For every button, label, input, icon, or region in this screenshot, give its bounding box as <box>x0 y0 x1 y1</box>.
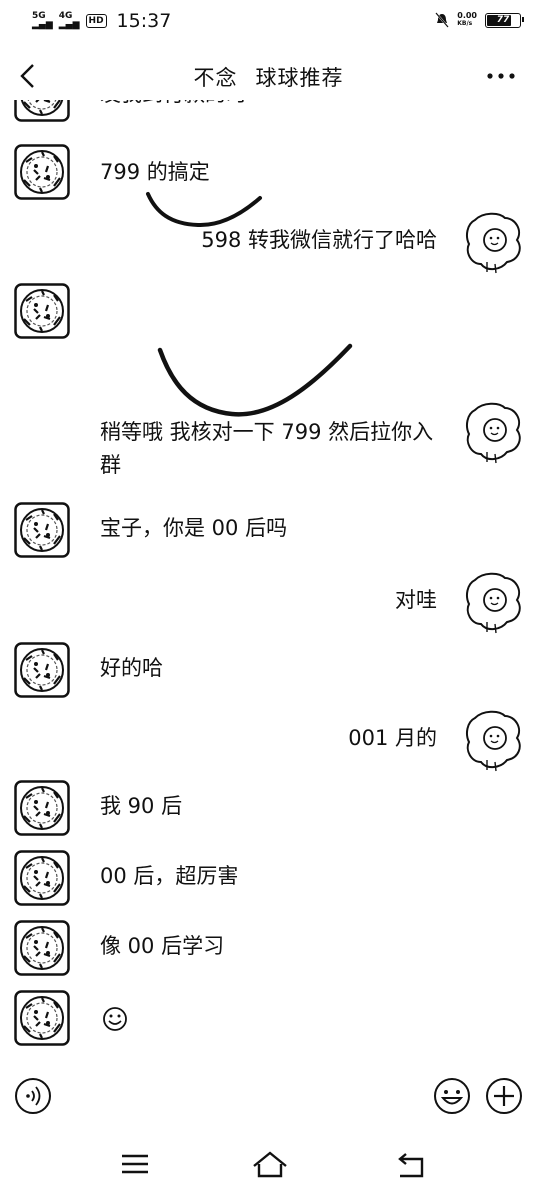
message-row: 对哇 <box>0 570 537 638</box>
contact-avatar[interactable] <box>14 283 70 339</box>
message-text: 799 的搞定 <box>100 160 210 184</box>
message-text: 00 后，超厉害 <box>100 864 239 888</box>
message-row <box>0 283 537 343</box>
my-avatar[interactable] <box>463 210 523 274</box>
home-icon[interactable] <box>250 1146 290 1182</box>
contact-avatar[interactable] <box>14 920 70 976</box>
net-speed: 0.00 KB/s <box>457 12 477 28</box>
message-row <box>0 990 537 1050</box>
message-row: 发我到付款的时 <box>0 100 537 126</box>
contact-avatar[interactable] <box>14 780 70 836</box>
hd-badge: HD <box>85 14 107 28</box>
clock: 15:37 <box>116 10 172 32</box>
message-row: 宝子，你是 00 后吗 <box>0 502 537 562</box>
battery-icon: 77 <box>485 12 524 28</box>
message-row: 00 后，超厉害 <box>0 850 537 910</box>
more-icon <box>487 73 515 79</box>
battery-level: 77 <box>496 15 510 25</box>
back-icon[interactable] <box>392 1146 432 1182</box>
message-row: 598 转我微信就行了哈哈 <box>0 210 537 278</box>
chat-header: 不念 球球推荐 <box>0 52 537 100</box>
contact-name: 不念 <box>193 66 238 90</box>
more-button[interactable] <box>483 62 519 90</box>
message-text: 像 00 后学习 <box>100 934 225 958</box>
my-avatar[interactable] <box>463 400 523 464</box>
status-left: 5G ▂▄▆ 4G ▂▄▆ HD 15:37 <box>32 10 171 32</box>
signal-bars: ▂▄▆ <box>58 20 80 30</box>
net-speed-value: 0.00 <box>457 11 477 20</box>
signal-5g-icon: 5G ▂▄▆ <box>32 12 53 30</box>
net-speed-unit: KB/s <box>457 20 473 27</box>
message-row: 799 的搞定 <box>0 144 537 204</box>
contact-avatar[interactable] <box>14 642 70 698</box>
message-list[interactable]: 发我到付款的时 799 的搞定 598 转我微信就行了哈哈 稍等哦 我核对一下 … <box>0 100 537 1052</box>
message-text: 我 90 后 <box>100 794 183 818</box>
voice-icon[interactable] <box>14 1077 52 1115</box>
smile-emoji-icon <box>103 1007 127 1031</box>
message-row: 稍等哦 我核对一下 799 然后拉你入群 <box>0 400 537 480</box>
message-text: 好的哈 <box>100 656 163 680</box>
contact-avatar[interactable] <box>14 990 70 1046</box>
message-text: 稍等哦 我核对一下 799 然后拉你入群 <box>100 420 434 477</box>
signal-bars: ▂▄▆ <box>32 20 53 30</box>
status-bar: 5G ▂▄▆ 4G ▂▄▆ HD 15:37 0.00 KB/s 77 <box>0 0 537 44</box>
plus-icon[interactable] <box>485 1077 523 1115</box>
my-avatar[interactable] <box>463 570 523 634</box>
system-nav-bar <box>0 1132 537 1195</box>
message-text: 发我到付款的时 <box>100 100 247 111</box>
signal-4g-icon: 4G ▂▄▆ <box>59 12 80 30</box>
contact-avatar[interactable] <box>14 502 70 558</box>
group-name: 球球推荐 <box>255 66 344 90</box>
message-row: 001 月的 <box>0 708 537 776</box>
message-row: 好的哈 <box>0 642 537 702</box>
contact-avatar[interactable] <box>14 144 70 200</box>
menu-icon[interactable] <box>115 1146 155 1182</box>
message-text: 宝子，你是 00 后吗 <box>100 516 288 540</box>
message-text: 对哇 <box>395 588 437 612</box>
my-avatar[interactable] <box>463 708 523 772</box>
status-right: 0.00 KB/s 77 <box>435 12 524 28</box>
input-bar <box>0 1060 537 1132</box>
message-text: 001 月的 <box>348 726 437 750</box>
mute-bell-icon <box>435 12 450 28</box>
message-row: 像 00 后学习 <box>0 920 537 980</box>
contact-avatar[interactable] <box>14 100 70 122</box>
emoji-icon[interactable] <box>433 1077 471 1115</box>
message-text: 598 转我微信就行了哈哈 <box>201 228 437 252</box>
chat-title: 不念 球球推荐 <box>0 62 537 92</box>
message-row: 我 90 后 <box>0 780 537 840</box>
contact-avatar[interactable] <box>14 850 70 906</box>
